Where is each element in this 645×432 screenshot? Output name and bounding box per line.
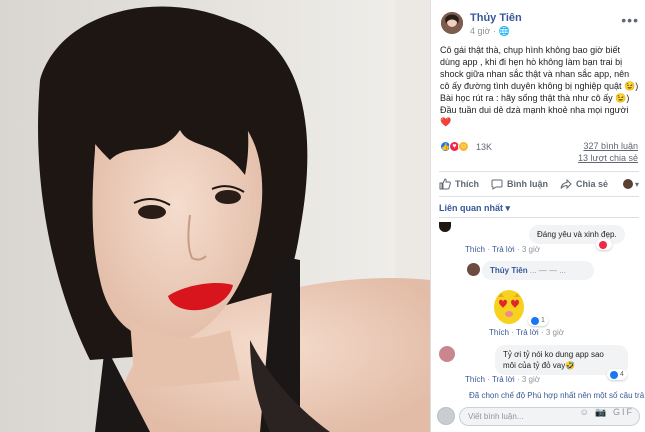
like-button-label: Thích [455, 179, 479, 189]
comment-reaction-badge[interactable] [596, 239, 612, 250]
comments-count-link[interactable]: 327 bình luận [583, 141, 638, 151]
comment-avatar[interactable] [439, 346, 455, 362]
comment-as-selector[interactable]: ▾ [622, 179, 639, 189]
post-meta: 4 giờ · 🌐 [470, 26, 510, 37]
action-bar: Thích Bình luận Chia sẻ ▾ [439, 171, 639, 197]
comment-button[interactable]: Bình luận [491, 178, 548, 190]
comment-avatar[interactable] [439, 222, 451, 232]
share-icon [560, 178, 572, 190]
reply-reaction-count: 1 [541, 317, 545, 324]
reactions-bar: 👍 ♥ ☺ 13K 327 bình luận 13 lượt chia sẻ [440, 139, 638, 169]
comment-icon [491, 179, 503, 190]
thumbs-up-icon [439, 178, 451, 190]
reply-like-link[interactable]: Thích [489, 328, 509, 337]
chevron-down-icon: ▾ [634, 179, 639, 189]
comment-reply-link[interactable]: Trả lời [492, 245, 515, 254]
post-header: Thủy Tiên 4 giờ · 🌐 ••• [439, 8, 639, 38]
author-avatar[interactable] [441, 12, 463, 34]
my-avatar [437, 407, 455, 425]
more-options-icon[interactable]: ••• [621, 12, 639, 28]
like-icon [610, 370, 618, 379]
post-caption: Cô gái thật thà, chụp hình không bao giờ… [440, 44, 640, 128]
comment-filter-dropdown[interactable]: Liên quan nhất ▾ [439, 203, 510, 214]
reply-reply-link[interactable]: Trả lời [516, 328, 539, 337]
like-button[interactable]: Thích [439, 178, 479, 190]
comment-like-link[interactable]: Thích [465, 245, 485, 254]
reply-author-avatar[interactable] [467, 263, 480, 276]
love-icon [599, 240, 607, 249]
comment-meta: Thích · Trả lời · 3 giờ [465, 375, 540, 384]
comment-text-line: môi của tỷ đỏ vay🤣 [503, 361, 576, 370]
sticker-image[interactable] [489, 283, 529, 327]
comment-text-line: Tỷ ơi tỷ nói ko dung app sao [503, 350, 604, 359]
reply-author-name[interactable]: Thủy Tiên [490, 266, 528, 275]
caption-line: Bài học rút ra : hãy sống thật thà như c… [440, 93, 630, 103]
shares-count-link[interactable]: 13 lượt chia sẻ [578, 153, 638, 163]
globe-icon: 🌐 [498, 26, 510, 36]
share-button[interactable]: Chia sẻ [560, 178, 608, 190]
like-icon [531, 316, 539, 325]
author-name[interactable]: Thủy Tiên [470, 12, 522, 24]
comment-reaction-badge[interactable]: 4 [607, 369, 627, 380]
comment-meta: Thích · Trả lời · 3 giờ [465, 245, 540, 254]
selfie-photo [0, 0, 430, 432]
comment-reply-link[interactable]: Trả lời [492, 375, 515, 384]
more-replies-link[interactable]: Đã chọn chế độ Phù hợp nhất nên một số c… [469, 391, 644, 400]
comment-like-link[interactable]: Thích [465, 375, 485, 384]
reply-author-suffix: ... — — ... [529, 266, 566, 275]
reply-meta: Thích · Trả lời · 3 giờ [489, 328, 564, 337]
reply-reaction-badge[interactable]: 1 [528, 315, 548, 326]
reply-bubble: Thủy Tiên ... — — ... [482, 261, 594, 280]
reaction-count[interactable]: 13K [476, 142, 492, 152]
comment-composer: Viết bình luận... ☺ 📷 GIF [437, 404, 640, 428]
reply-time: 3 giờ [545, 328, 564, 337]
post-time[interactable]: 4 giờ [470, 26, 490, 36]
comment-reaction-count: 4 [620, 371, 624, 378]
caption-line: Cô gái thật thà, chụp hình không bao giờ… [440, 45, 639, 91]
reaction-icons[interactable]: 👍 ♥ ☺ [440, 141, 469, 152]
comment-time: 3 giờ [521, 245, 540, 254]
author-avatar-image [441, 12, 463, 34]
commenter-avatar-icon [622, 179, 633, 189]
comment-text: Đáng yêu và xinh đẹp. [537, 230, 617, 239]
caption-line: Đầu tuần dui dẻ dzà mạnh khoẻ nha mọi ng… [440, 105, 629, 127]
share-button-label: Chia sẻ [576, 179, 609, 189]
haha-icon: ☺ [458, 141, 469, 152]
comment-time: 3 giờ [521, 375, 540, 384]
composer-tools-icon[interactable]: ☺ 📷 GIF [580, 407, 634, 418]
post-photo[interactable] [0, 0, 430, 432]
divider [439, 217, 639, 218]
post-sidebar: Thủy Tiên 4 giờ · 🌐 ••• Cô gái thật thà,… [430, 0, 645, 432]
comment-button-label: Bình luận [507, 179, 548, 189]
